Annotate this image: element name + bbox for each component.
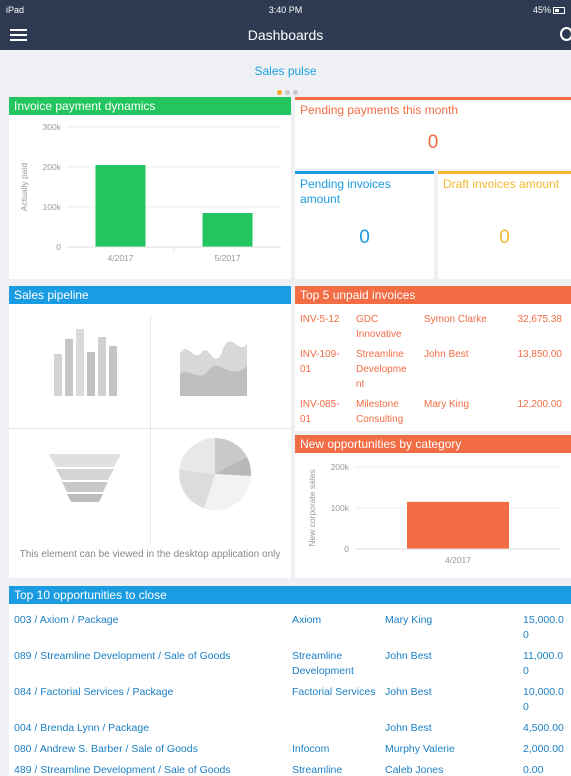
new-opportunities-chart: 0 100k 200k New corporate sales 4/2017	[307, 462, 561, 565]
opportunity-account: Streamline	[292, 764, 343, 776]
pending-payments-value: 0	[427, 132, 439, 153]
opportunity-amount: 10,000.0 0	[523, 686, 564, 713]
chat-icon[interactable]	[560, 27, 571, 41]
invoice-row[interactable]: INV-5-12 GDC Innovative Symon Clarke 32,675.…	[295, 312, 571, 342]
opportunity-account: Streamline Development	[292, 650, 354, 677]
invoice-number: INV-5-12	[300, 314, 340, 325]
draft-invoices-widget: Draft invoices amount 0	[438, 171, 571, 279]
invoice-row[interactable]: INV-109- 01 Streamline Developme nt John Best…	[295, 347, 571, 392]
invoice-amount: 12,200.00	[517, 399, 563, 410]
page-dot	[293, 90, 298, 95]
sales-pipeline-widget: Sales pipeline This element can be viewe…	[9, 286, 291, 578]
battery-indicator: 45%	[533, 5, 565, 15]
y-tick-label: 100k	[331, 503, 350, 513]
clock: 3:40 PM	[268, 5, 303, 15]
page-dot-active	[277, 90, 282, 95]
new-opportunities-widget: New opportunities by category 0 100k 200k N…	[295, 435, 571, 578]
page-title: Dashboards	[247, 27, 324, 43]
area-chart-placeholder-icon	[180, 341, 247, 396]
bar	[95, 165, 146, 247]
y-tick-label: 300k	[43, 122, 62, 132]
opportunity-name: 004 / Brenda Lynn / Package	[14, 722, 150, 734]
widget-title: Top 10 opportunities to close	[9, 586, 571, 604]
widget-title: Pending payments this month	[300, 103, 459, 117]
x-tick-label: 5/2017	[215, 253, 241, 263]
top-opportunities-widget: Top 10 opportunities to close 003 / Axio…	[9, 586, 571, 776]
opportunity-row[interactable]: 489 / Streamline Development / Sale of G…	[9, 763, 571, 776]
unpaid-invoices-widget: Top 5 unpaid invoices INV-5-12 GDC Innovat…	[295, 286, 571, 431]
invoice-contact: John Best	[424, 349, 469, 360]
status-bar: iPad 3:40 PM 45%	[0, 0, 571, 20]
widget-title: Draft invoices amount	[443, 177, 560, 191]
placeholder-graphics	[49, 329, 252, 510]
y-tick-label: 200k	[43, 162, 62, 172]
pending-payments-widget: Pending payments this month 0	[295, 97, 571, 169]
invoice-dynamics-widget: Invoice payment dynamics 0 100k 200k 300k Ac…	[9, 97, 291, 279]
opportunity-amount: 4,500.00	[523, 722, 564, 734]
pending-invoices-value: 0	[359, 227, 370, 248]
widget-title: Pending invoices amount	[300, 177, 391, 206]
desktop-only-note: This element can be viewed in the deskto…	[19, 549, 281, 560]
bar-chart-placeholder-icon	[54, 329, 117, 396]
opportunity-owner: John Best	[385, 722, 432, 734]
opportunity-name: 084 / Factorial Services / Package	[14, 686, 174, 698]
widget-title: Sales pipeline	[9, 286, 291, 304]
opportunity-name: 080 / Andrew S. Barber / Sale of Goods	[14, 743, 198, 755]
y-tick-label: 0	[344, 544, 349, 554]
pie-chart-placeholder-icon	[179, 437, 252, 510]
y-tick-label: 100k	[43, 202, 62, 212]
bar	[202, 213, 253, 247]
y-tick-label: 200k	[331, 462, 350, 472]
opportunity-row[interactable]: 080 / Andrew S. Barber / Sale of Goods In…	[9, 742, 571, 757]
page-dot	[285, 90, 290, 95]
invoice-number: INV-085- 01	[300, 399, 340, 425]
widget-title: Invoice payment dynamics	[9, 97, 291, 115]
dashboard-name: Sales pulse	[254, 64, 317, 78]
opportunity-owner: John Best	[385, 650, 432, 662]
draft-invoices-value: 0	[499, 227, 510, 248]
opportunity-account: Axiom	[292, 614, 322, 626]
opportunity-amount: 15,000.0 0	[523, 614, 564, 641]
battery-icon	[553, 7, 565, 14]
y-axis-label: Actually paid	[19, 163, 29, 211]
y-axis-label: New corporate sales	[307, 469, 317, 546]
invoice-amount: 32,675.38	[517, 314, 563, 325]
opportunity-owner: Mary King	[385, 614, 433, 626]
battery-percent: 45%	[532, 5, 551, 15]
invoice-account: Streamline Developme nt	[356, 349, 407, 390]
opportunity-row[interactable]: 084 / Factorial Services / Package Factor…	[9, 685, 571, 715]
invoice-amount: 13,850.00	[517, 349, 563, 360]
y-tick-label: 0	[56, 242, 61, 252]
invoice-contact: Symon Clarke	[424, 314, 487, 325]
opportunity-name: 089 / Streamline Development / Sale of G…	[14, 650, 231, 662]
widget-title: New opportunities by category	[295, 435, 571, 453]
opportunity-account: Infocom	[292, 743, 330, 755]
opportunity-row[interactable]: 004 / Brenda Lynn / Package John Best 4,50…	[9, 721, 571, 736]
pending-invoices-widget: Pending invoices amount 0	[295, 171, 434, 279]
invoice-row[interactable]: INV-085- 01 Milestone Consulting Mary King 12…	[295, 397, 571, 427]
opportunity-row[interactable]: 089 / Streamline Development / Sale of G…	[9, 649, 571, 679]
x-tick-label: 4/2017	[108, 253, 134, 263]
invoice-account: GDC Innovative	[356, 314, 402, 340]
funnel-placeholder-icon	[49, 454, 121, 502]
opportunity-amount: 0.00	[523, 764, 544, 776]
nav-bar: Dashboards	[0, 20, 571, 50]
x-tick-label: 4/2017	[445, 555, 471, 565]
bar	[407, 501, 509, 549]
invoice-dynamics-chart: 0 100k 200k 300k Actually paid 4/2017 5/2017	[19, 122, 281, 263]
widget-title: Top 5 unpaid invoices	[295, 286, 571, 304]
opportunity-account: Factorial Services	[292, 686, 376, 698]
opportunity-owner: Caleb Jones	[385, 764, 444, 776]
invoice-number: INV-109- 01	[300, 349, 340, 375]
opportunity-amount: 11,000.0 0	[523, 650, 564, 677]
opportunity-row[interactable]: 003 / Axiom / Package Axiom Mary King 15,00…	[9, 613, 571, 643]
opportunity-name: 489 / Streamline Development / Sale of G…	[14, 764, 231, 776]
opportunity-amount: 2,000.00	[523, 743, 564, 755]
invoice-contact: Mary King	[424, 399, 470, 410]
opportunity-owner: John Best	[385, 686, 432, 698]
opportunity-name: 003 / Axiom / Package	[14, 614, 119, 626]
opportunity-owner: Murphy Valerie	[385, 743, 455, 755]
invoice-account: Milestone Consulting	[356, 399, 404, 425]
